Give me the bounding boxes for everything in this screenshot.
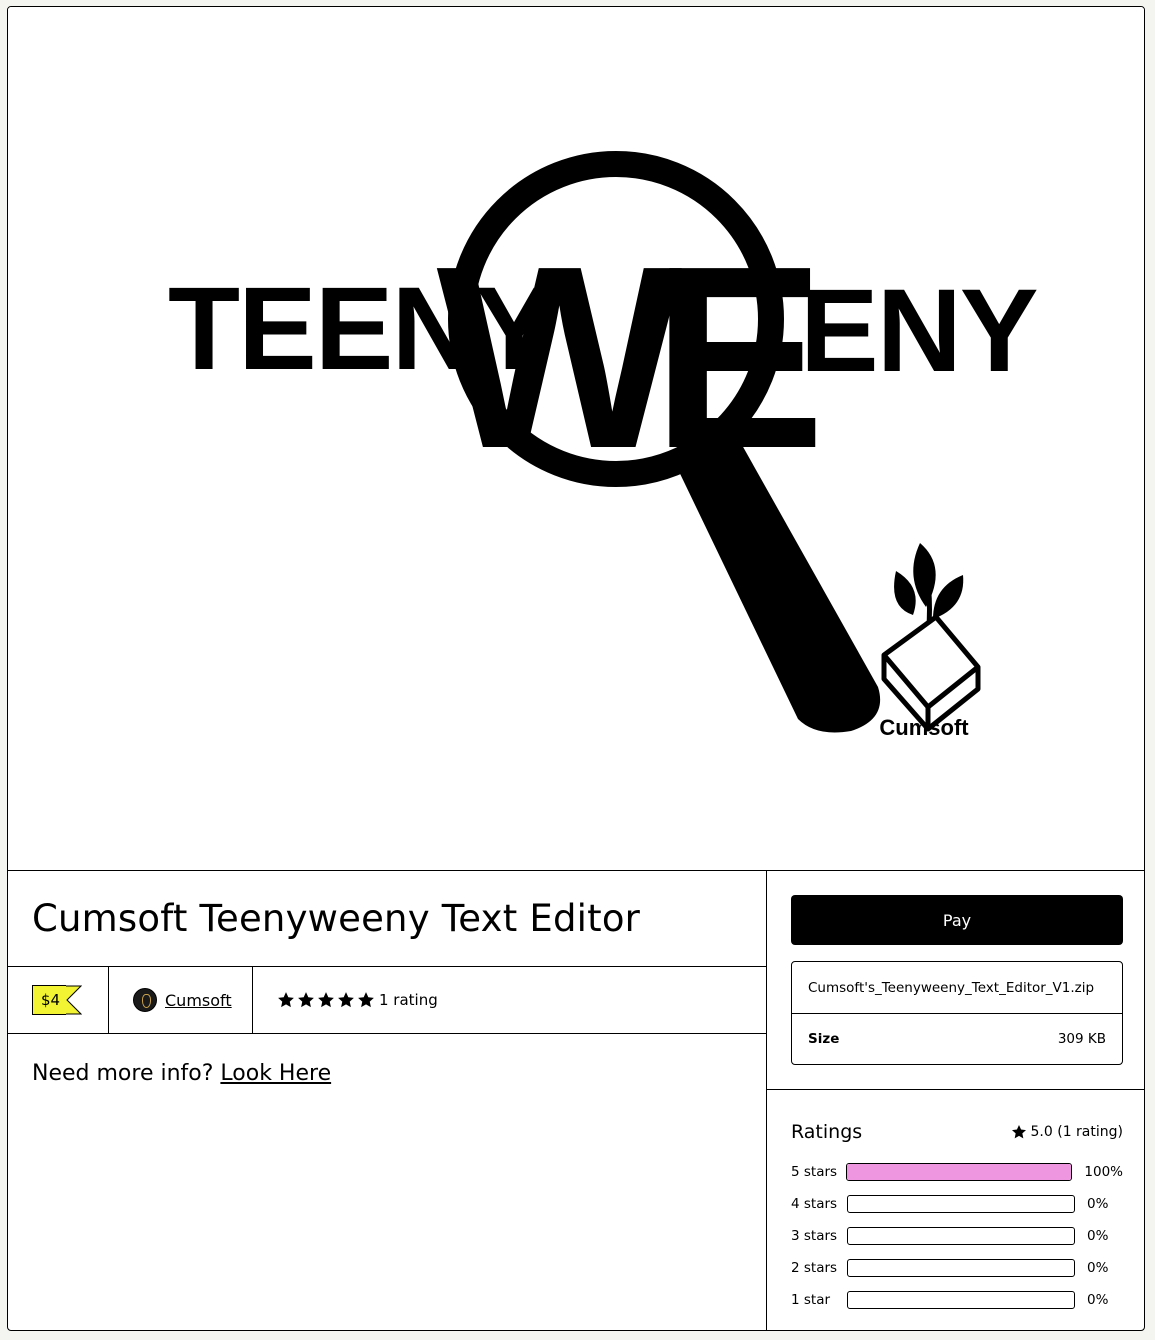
star-icon <box>298 992 314 1008</box>
logo-right-text: ENY <box>800 265 1037 397</box>
star-icon <box>278 992 294 1008</box>
rating-row-percent: 0% <box>1087 1260 1109 1276</box>
cover-image: TEENY WE ENY Cumsoft <box>8 7 1144 871</box>
product-card: TEENY WE ENY Cumsoft Cumsoft Teenyweeny … <box>7 6 1145 1331</box>
ratings-header: Ratings 5.0 (1 rating) <box>791 1114 1123 1150</box>
look-here-link[interactable]: Look Here <box>220 1061 331 1086</box>
star-icon <box>1011 1125 1026 1139</box>
description-text: Need more info? <box>32 1061 214 1086</box>
product-title: Cumsoft Teenyweeny Text Editor <box>32 897 641 940</box>
ratings-breakdown: 5 stars 100% 4 stars 0% 3 stars 0% 2 stars 0% 1 … <box>791 1156 1123 1316</box>
rating-bar-track <box>847 1259 1075 1277</box>
creator-avatar[interactable] <box>133 988 157 1012</box>
file-name: Cumsoft's_Teenyweeny_Text_Editor_V1.zip <box>792 962 1122 1014</box>
rating-row-percent: 100% <box>1084 1164 1123 1180</box>
description: Need more info? Look Here <box>8 1034 766 1113</box>
rating-row-label: 4 stars <box>791 1196 838 1212</box>
ratings-summary: 5.0 (1 rating) <box>1011 1124 1123 1140</box>
rating-bar-fill <box>847 1164 1072 1180</box>
rating-row-label: 5 stars <box>791 1164 838 1180</box>
creator-link[interactable]: Cumsoft <box>165 991 232 1010</box>
purchase-panel: Pay Cumsoft's_Teenyweeny_Text_Editor_V1.… <box>767 871 1144 1330</box>
rating-row: 5 stars 100% <box>791 1156 1123 1188</box>
buy-block: Pay Cumsoft's_Teenyweeny_Text_Editor_V1.… <box>767 871 1144 1090</box>
size-value: 309 KB <box>1057 1031 1106 1047</box>
rating-count: 1 rating <box>379 991 438 1009</box>
price-tag: $4 <box>32 985 83 1015</box>
ratings-title: Ratings <box>791 1121 863 1143</box>
meta-row: $4 Cumsoft 1 rating <box>8 967 766 1034</box>
rating-bar-track <box>847 1291 1075 1309</box>
rating-cell: 1 rating <box>253 967 438 1033</box>
rating-bar-track <box>847 1227 1075 1245</box>
ratings-section: Ratings 5.0 (1 rating) 5 stars 100% 4 star… <box>767 1090 1144 1316</box>
brand-text: Cumsoft <box>879 715 969 740</box>
size-label: Size <box>808 1031 840 1047</box>
rating-row-label: 3 stars <box>791 1228 838 1244</box>
star-icon <box>358 992 374 1008</box>
rating-row: 2 stars 0% <box>791 1252 1123 1284</box>
price-value: $4 <box>32 985 67 1015</box>
rating-row: 4 stars 0% <box>791 1188 1123 1220</box>
file-info: Cumsoft's_Teenyweeny_Text_Editor_V1.zip … <box>791 961 1123 1065</box>
rating-row-percent: 0% <box>1087 1228 1109 1244</box>
logo-mark-text: WE <box>437 213 819 503</box>
cumsoft-sprout-keycap-icon <box>881 543 981 732</box>
star-rating <box>277 991 375 1009</box>
price-cell: $4 <box>8 967 109 1033</box>
rating-bar-track <box>846 1163 1073 1181</box>
star-icon <box>338 992 354 1008</box>
rating-row: 1 star 0% <box>791 1284 1123 1316</box>
pay-button[interactable]: Pay <box>791 895 1123 945</box>
creator-cell: Cumsoft <box>109 967 253 1033</box>
file-size-row: Size 309 KB <box>792 1014 1122 1064</box>
product-info: Cumsoft Teenyweeny Text Editor $4 Cumsof… <box>8 871 767 1330</box>
rating-row-label: 2 stars <box>791 1260 838 1276</box>
teenyweeny-logo: TEENY WE ENY Cumsoft <box>168 151 1039 740</box>
rating-row-percent: 0% <box>1087 1196 1109 1212</box>
star-icon <box>318 992 334 1008</box>
title-row: Cumsoft Teenyweeny Text Editor <box>8 871 766 967</box>
ratings-summary-text: 5.0 (1 rating) <box>1030 1124 1123 1140</box>
price-tag-notch-icon <box>66 985 83 1015</box>
rating-row-percent: 0% <box>1087 1292 1109 1308</box>
rating-bar-track <box>847 1195 1075 1213</box>
rating-row: 3 stars 0% <box>791 1220 1123 1252</box>
rating-row-label: 1 star <box>791 1292 831 1308</box>
